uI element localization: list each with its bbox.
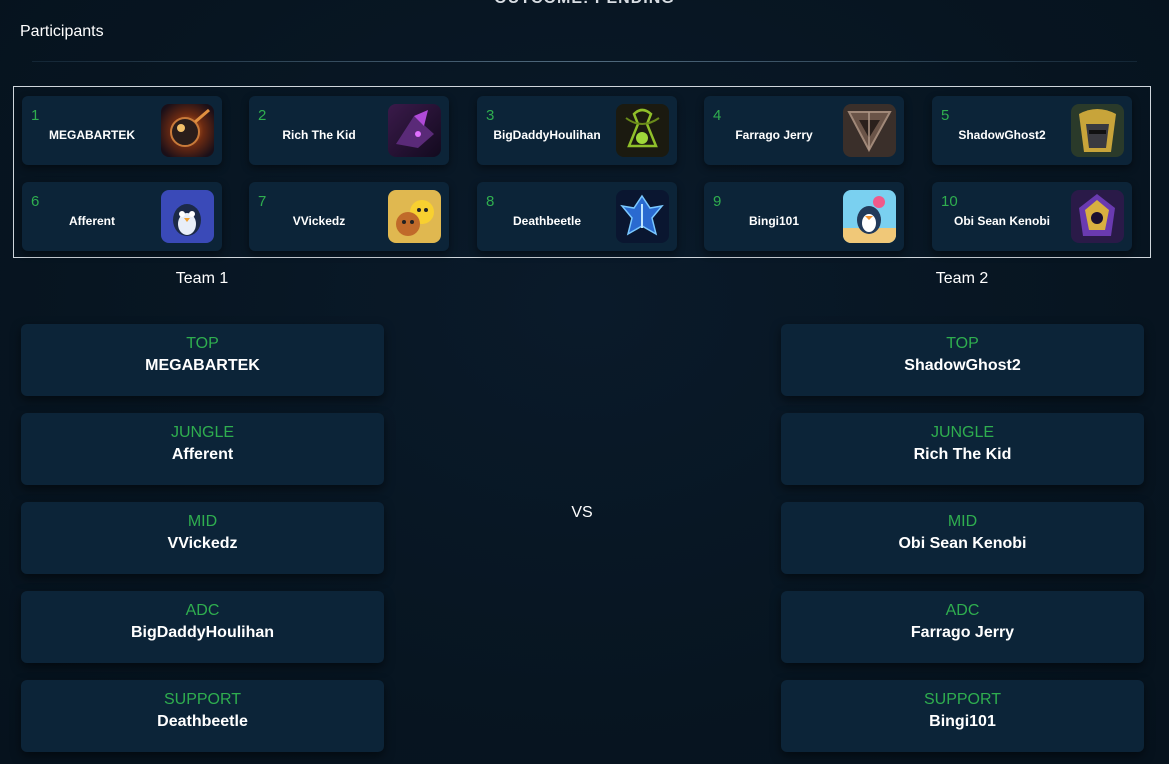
participant-name: Farrago Jerry: [735, 128, 813, 142]
team-2-title: Team 2: [935, 270, 989, 287]
participant-number: 10: [941, 193, 958, 210]
participant-number: 4: [713, 107, 722, 124]
role-player: Obi Sean Kenobi: [898, 535, 1027, 552]
participant-number: 8: [486, 193, 495, 210]
role-label: ADC: [185, 602, 220, 619]
role-label: JUNGLE: [170, 424, 235, 441]
bronze-triangle-emblem-icon: [843, 104, 896, 157]
purple-void-creature-icon: [388, 104, 441, 157]
participant-card[interactable]: 1 MEGABARTEK: [22, 96, 222, 165]
participant-card[interactable]: 10 Obi Sean Kenobi: [932, 182, 1132, 251]
participant-name: Deathbeetle: [512, 214, 582, 228]
role-player: VVickedz: [167, 535, 238, 552]
role-label: JUNGLE: [930, 424, 995, 441]
team-2-support-slot[interactable]: SUPPORT Bingi101: [781, 680, 1144, 752]
team-1-mid-slot[interactable]: MID VVickedz: [21, 502, 384, 574]
participant-number: 7: [258, 193, 267, 210]
role-player: Bingi101: [929, 713, 996, 730]
participants-title: Participants: [20, 23, 104, 40]
participant-name: Obi Sean Kenobi: [953, 214, 1050, 228]
role-player: MEGABARTEK: [145, 357, 260, 374]
participant-number: 3: [486, 107, 495, 124]
gold-purple-helmet-icon: [1071, 190, 1124, 243]
versus-label: VS: [571, 504, 593, 521]
participant-card[interactable]: 6 Afferent: [22, 182, 222, 251]
participants-divider: [32, 61, 1137, 62]
participant-card[interactable]: 3 BigDaddyHoulihan: [477, 96, 677, 165]
outcome-status: OUTCOME: PENDING: [0, 0, 1169, 8]
participant-name: BigDaddyHoulihan: [493, 128, 601, 142]
participant-card[interactable]: 5 ShadowGhost2: [932, 96, 1132, 165]
participant-card[interactable]: 9 Bingi101: [704, 182, 904, 251]
role-player: Rich The Kid: [913, 446, 1012, 463]
participant-number: 5: [941, 107, 950, 124]
role-label: SUPPORT: [163, 691, 242, 708]
participant-number: 1: [31, 107, 40, 124]
participant-card[interactable]: 2 Rich The Kid: [249, 96, 449, 165]
yellow-cat-friends-icon: [388, 190, 441, 243]
penguin-wizard-icon: [161, 190, 214, 243]
armored-knight-icon: [1071, 104, 1124, 157]
role-player: Afferent: [171, 446, 234, 463]
team-2-mid-slot[interactable]: MID Obi Sean Kenobi: [781, 502, 1144, 574]
dark-orb-champion-icon: [161, 104, 214, 157]
role-player: Farrago Jerry: [910, 624, 1015, 641]
participant-name: Bingi101: [748, 214, 799, 228]
team-2-top-slot[interactable]: TOP ShadowGhost2: [781, 324, 1144, 396]
participant-name: MEGABARTEK: [49, 128, 135, 142]
team-1-top-slot[interactable]: TOP MEGABARTEK: [21, 324, 384, 396]
participant-name: VVickedz: [292, 214, 346, 228]
team-1-support-slot[interactable]: SUPPORT Deathbeetle: [21, 680, 384, 752]
role-label: MID: [947, 513, 978, 530]
team-1-adc-slot[interactable]: ADC BigDaddyHoulihan: [21, 591, 384, 663]
role-label: SUPPORT: [923, 691, 1002, 708]
team-1-title: Team 1: [175, 270, 229, 287]
participant-card[interactable]: 7 VVickedz: [249, 182, 449, 251]
participant-card[interactable]: 8 Deathbeetle: [477, 182, 677, 251]
participant-number: 2: [258, 107, 267, 124]
role-player: BigDaddyHoulihan: [130, 624, 275, 641]
team-2-adc-slot[interactable]: ADC Farrago Jerry: [781, 591, 1144, 663]
participant-number: 6: [31, 193, 40, 210]
team-1-jungle-slot[interactable]: JUNGLE Afferent: [21, 413, 384, 485]
role-label: MID: [187, 513, 218, 530]
role-player: Deathbeetle: [157, 713, 248, 730]
participant-name: ShadowGhost2: [958, 128, 1046, 142]
beach-penguin-icon: [843, 190, 896, 243]
role-label: ADC: [945, 602, 980, 619]
green-chemtech-flask-icon: [616, 104, 669, 157]
role-player: ShadowGhost2: [904, 357, 1021, 374]
participant-card[interactable]: 4 Farrago Jerry: [704, 96, 904, 165]
role-label: TOP: [946, 335, 979, 352]
participant-name: Rich The Kid: [282, 128, 356, 142]
participant-number: 9: [713, 193, 722, 210]
participant-name: Afferent: [68, 214, 115, 228]
team-2-jungle-slot[interactable]: JUNGLE Rich The Kid: [781, 413, 1144, 485]
blue-ice-crest-icon: [616, 190, 669, 243]
role-label: TOP: [186, 335, 219, 352]
